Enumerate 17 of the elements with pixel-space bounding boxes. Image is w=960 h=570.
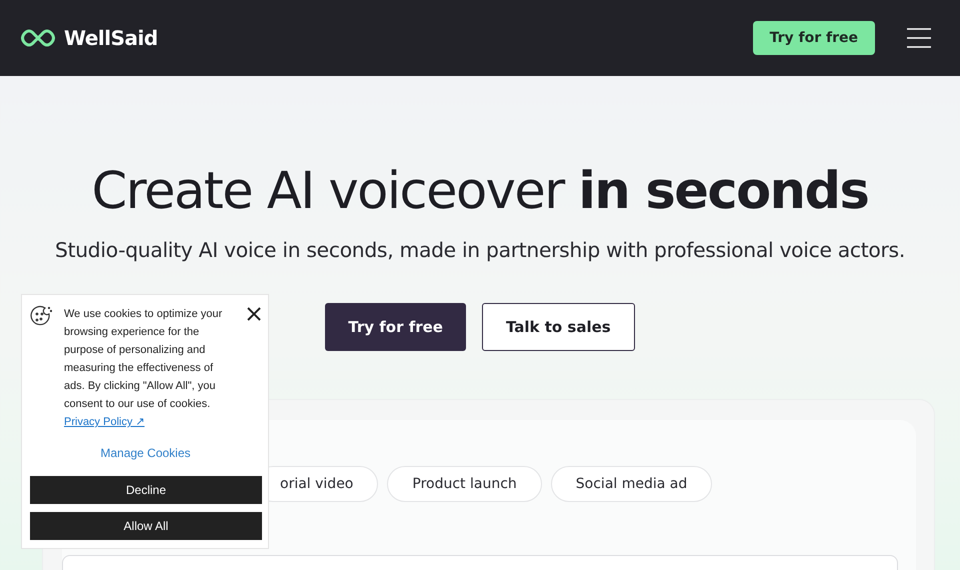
brand-name: WellSaid xyxy=(64,26,158,50)
hero-title: Create AI voiceover in seconds xyxy=(92,162,868,221)
decline-button[interactable]: Decline xyxy=(30,476,262,504)
talk-to-sales-button[interactable]: Talk to sales xyxy=(482,303,635,351)
privacy-policy-link[interactable]: Privacy Policy ↗ xyxy=(64,413,235,431)
manage-cookies-link[interactable]: Manage Cookies xyxy=(94,445,197,461)
example-chip[interactable]: Product launch xyxy=(387,466,542,502)
example-chip[interactable]: Social media ad xyxy=(550,466,712,502)
hero-subtitle: Studio-quality AI voice in seconds, made in partnership with professional voice actors. xyxy=(55,238,905,262)
try-free-button[interactable]: Try for free xyxy=(752,21,875,55)
try-free-button[interactable]: Try for free xyxy=(325,303,466,351)
cookie-icon xyxy=(30,305,52,327)
cookie-message: We use cookies to optimize your browsing experience for the purpose of personalizing and measuring the effectiveness of ads. By clicking "Allow All", you consent to our use of cookies. xyxy=(64,307,224,412)
menu-icon[interactable] xyxy=(907,28,931,48)
allow-all-button[interactable]: Allow All xyxy=(30,512,262,540)
close-icon[interactable] xyxy=(247,307,261,321)
logo-icon xyxy=(21,29,55,47)
